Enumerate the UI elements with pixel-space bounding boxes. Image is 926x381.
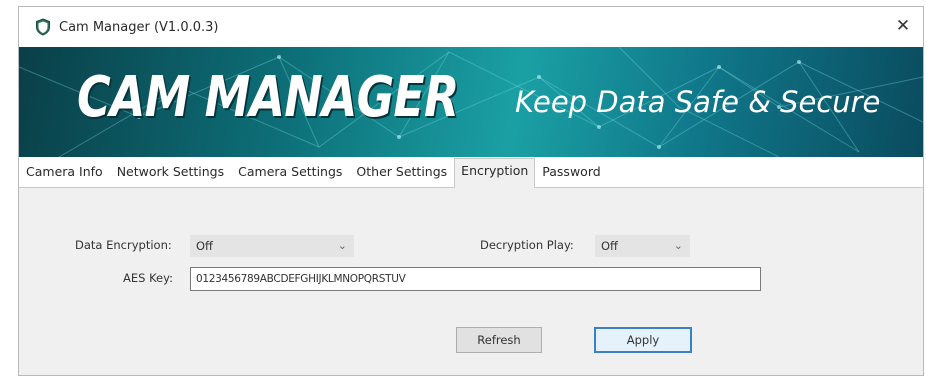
- title-bar[interactable]: Cam Manager (V1.0.0.3) ✕: [19, 7, 923, 47]
- decryption-play-value: Off: [601, 239, 618, 253]
- refresh-button[interactable]: Refresh: [456, 327, 542, 353]
- chevron-down-icon: ⌄: [337, 239, 347, 252]
- aes-key-input[interactable]: 0123456789ABCDEFGHIJKLMNOPQRSTUV: [190, 267, 761, 291]
- tab-camera-info[interactable]: Camera Info: [19, 164, 110, 187]
- data-encryption-label: Data Encryption:: [75, 238, 172, 252]
- shield-icon: [35, 18, 51, 36]
- decryption-play-label: Decryption Play:: [480, 238, 574, 252]
- close-icon[interactable]: ✕: [891, 14, 915, 38]
- tab-network-settings[interactable]: Network Settings: [110, 164, 231, 187]
- apply-button[interactable]: Apply: [594, 327, 692, 353]
- aes-key-label: AES Key:: [123, 271, 173, 285]
- chevron-down-icon: ⌄: [673, 239, 683, 252]
- tab-other-settings[interactable]: Other Settings: [349, 164, 454, 187]
- encryption-panel: Data Encryption: Off ⌄ Decryption Play: …: [19, 188, 923, 375]
- tab-camera-settings[interactable]: Camera Settings: [231, 164, 349, 187]
- tab-strip: Camera Info Network Settings Camera Sett…: [19, 157, 923, 188]
- data-encryption-value: Off: [196, 239, 213, 253]
- banner-title: CAM MANAGER: [77, 65, 459, 130]
- window-title: Cam Manager (V1.0.0.3): [59, 19, 219, 35]
- data-encryption-select[interactable]: Off ⌄: [190, 235, 354, 257]
- tab-encryption[interactable]: Encryption: [454, 158, 536, 188]
- banner-tagline: Keep Data Safe & Secure: [515, 85, 881, 119]
- decryption-play-select[interactable]: Off ⌄: [595, 235, 690, 257]
- brand-banner: CAM MANAGER Keep Data Safe & Secure: [19, 47, 923, 157]
- app-window: Cam Manager (V1.0.0.3) ✕ CAM MANAGER Kee…: [18, 6, 924, 376]
- tab-password[interactable]: Password: [535, 164, 607, 187]
